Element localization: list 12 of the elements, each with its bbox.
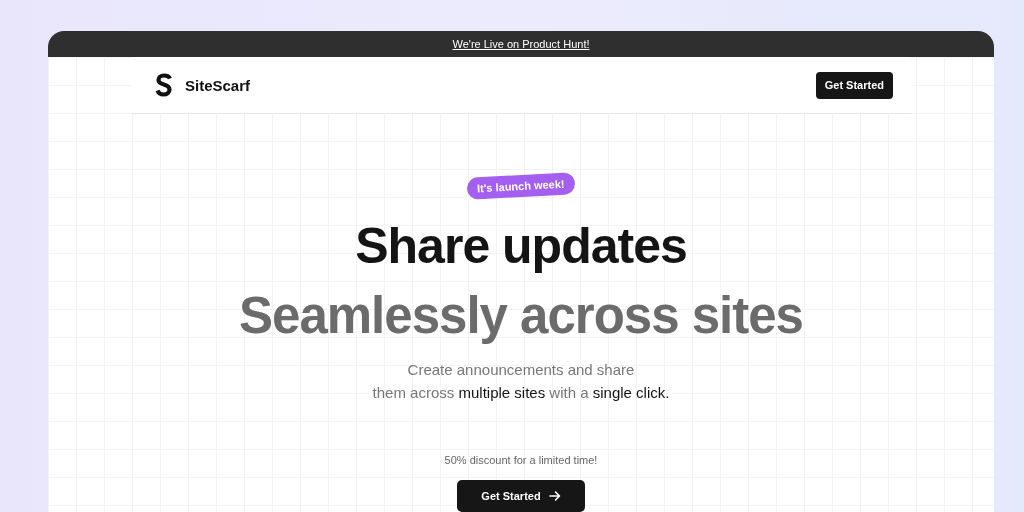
hero-title: Share updates bbox=[355, 217, 687, 276]
get-started-button[interactable]: Get Started bbox=[457, 480, 585, 512]
brand-name: SiteScarf bbox=[185, 76, 251, 94]
product-hunt-link[interactable]: We're Live on Product Hunt! bbox=[452, 38, 590, 50]
hero-subtitle: Seamlessly across sites bbox=[239, 286, 803, 346]
get-started-button[interactable]: Get Started bbox=[815, 71, 893, 99]
description-text: Create announcements and share bbox=[407, 360, 635, 379]
description-text: them across multiple sites with a single click. bbox=[372, 383, 670, 402]
launch-badge: It's launch week! bbox=[466, 172, 576, 200]
discount-text: 50% discount for a limited time! bbox=[444, 454, 598, 466]
arrow-right-icon bbox=[548, 490, 561, 502]
logo-icon bbox=[155, 73, 173, 97]
